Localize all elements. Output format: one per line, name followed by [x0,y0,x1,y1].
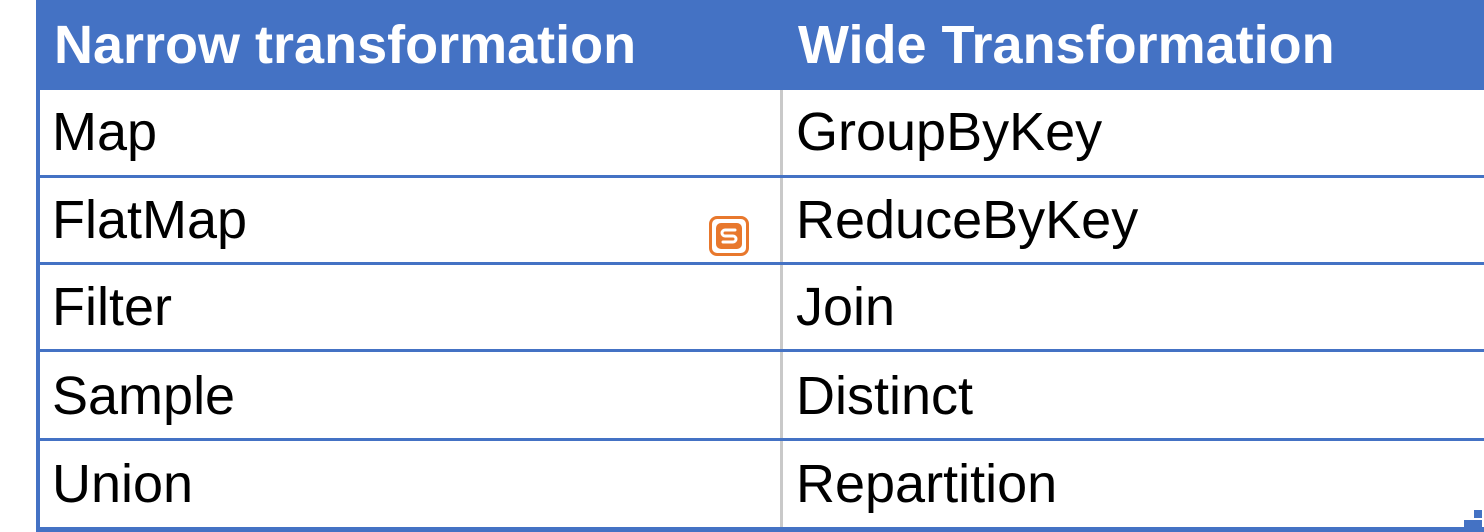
header-wide-transformation: Wide Transformation [798,15,1335,75]
wide-cell: Repartition [796,454,1058,514]
wide-cell: Distinct [796,366,974,426]
table-row: Map GroupByKey [36,90,1484,175]
wide-cell: Join [796,277,896,337]
wide-cell: ReduceByKey [796,190,1139,250]
resize-handle-icon[interactable] [1464,500,1484,532]
narrow-cell: Map [52,102,158,162]
row-divider [36,349,1484,352]
table-row: FlatMap ReduceByKey [36,178,1484,263]
table-row: Filter Join [36,265,1484,350]
wide-cell: GroupByKey [796,102,1103,162]
transformations-table: Narrow transformation Wide Transformatio… [36,0,1484,532]
narrow-cell: FlatMap [52,190,248,250]
narrow-cell: Filter [52,277,172,337]
header-narrow-transformation: Narrow transformation [54,15,637,75]
page: Narrow transformation Wide Transformatio… [0,0,1484,532]
table-row: Union Repartition [36,442,1484,527]
table-row: Sample Distinct [36,354,1484,439]
table-bottom-border [36,527,1484,532]
table-header: Narrow transformation Wide Transformatio… [36,0,1484,90]
narrow-cell: Union [52,454,194,514]
row-divider [36,438,1484,441]
narrow-cell: Sample [52,366,236,426]
sogou-s-icon[interactable] [709,216,749,256]
